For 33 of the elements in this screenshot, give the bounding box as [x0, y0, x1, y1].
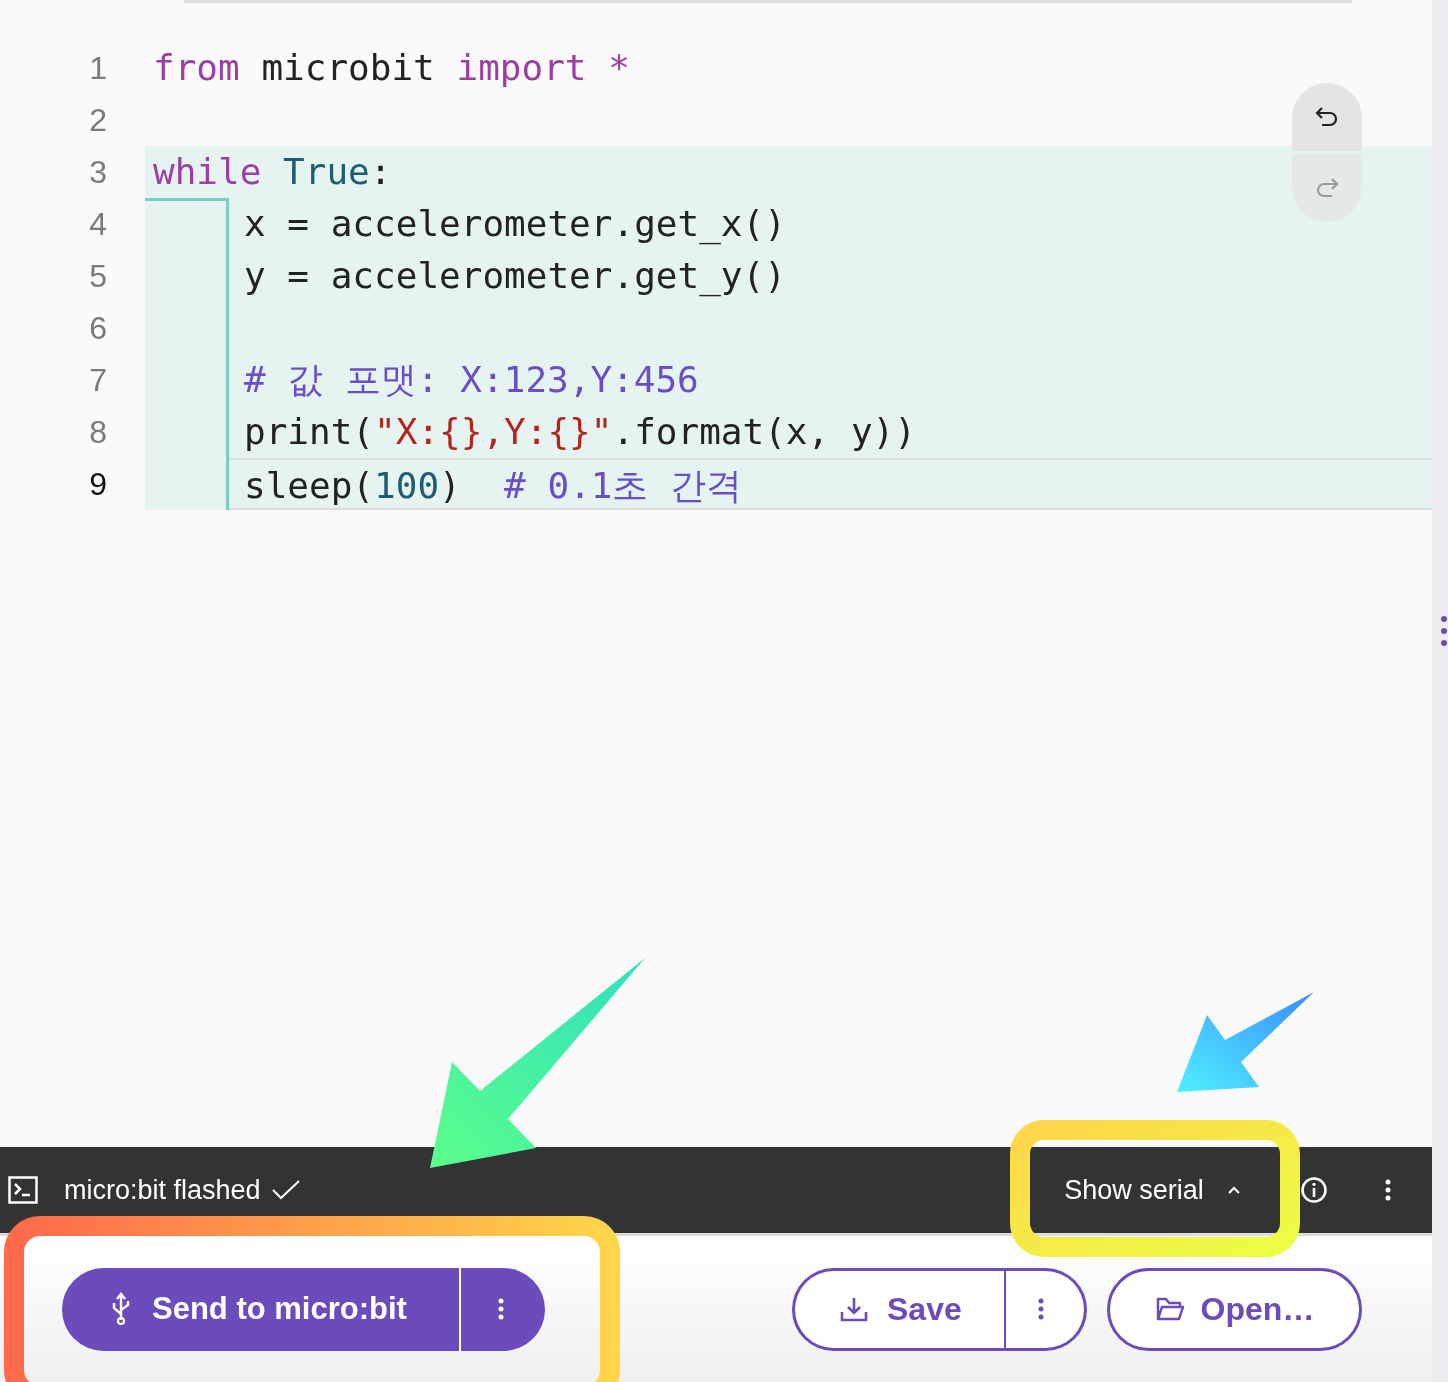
code-line: print("X:{},Y:{}".format(x, y))	[243, 410, 916, 454]
more-icon	[1037, 1297, 1045, 1321]
usb-icon	[110, 1292, 132, 1326]
save-button[interactable]: Save	[792, 1267, 1006, 1351]
open-button[interactable]: Open…	[1107, 1267, 1362, 1351]
line-number: 6	[88, 309, 108, 348]
code-line: while True:	[152, 150, 392, 194]
resize-handle-icon[interactable]	[1440, 614, 1448, 648]
code-line: sleep(100) # 0.1초 간격	[229, 458, 1432, 510]
line-number: 2	[88, 101, 108, 140]
check-icon	[270, 1178, 301, 1202]
line-number: 3	[88, 153, 108, 192]
download-icon	[839, 1295, 869, 1323]
line-number: 8	[88, 413, 108, 452]
line-number: 9	[88, 465, 108, 504]
more-icon[interactable]	[1384, 1178, 1392, 1202]
send-to-microbit-button[interactable]: Send to micro:bit	[62, 1267, 461, 1351]
undo-button[interactable]	[1292, 83, 1362, 151]
line-number: 5	[88, 257, 108, 296]
info-icon[interactable]	[1300, 1176, 1328, 1204]
line-number: 1	[88, 49, 108, 88]
folder-icon	[1154, 1296, 1185, 1322]
status-message: micro:bit flashed	[64, 1174, 261, 1206]
line-number: 4	[88, 205, 108, 244]
save-options-button[interactable]	[1006, 1267, 1087, 1351]
terminal-icon	[8, 1176, 38, 1204]
send-options-button[interactable]	[461, 1267, 545, 1351]
code-line: x = accelerometer.get_x()	[243, 202, 786, 247]
code-line: # 값 포맷: X:123,Y:456	[243, 358, 699, 402]
more-icon	[497, 1297, 505, 1321]
code-line: y = accelerometer.get_y()	[243, 254, 786, 299]
line-number: 7	[88, 361, 108, 400]
code-line: from microbit import *	[152, 46, 630, 90]
